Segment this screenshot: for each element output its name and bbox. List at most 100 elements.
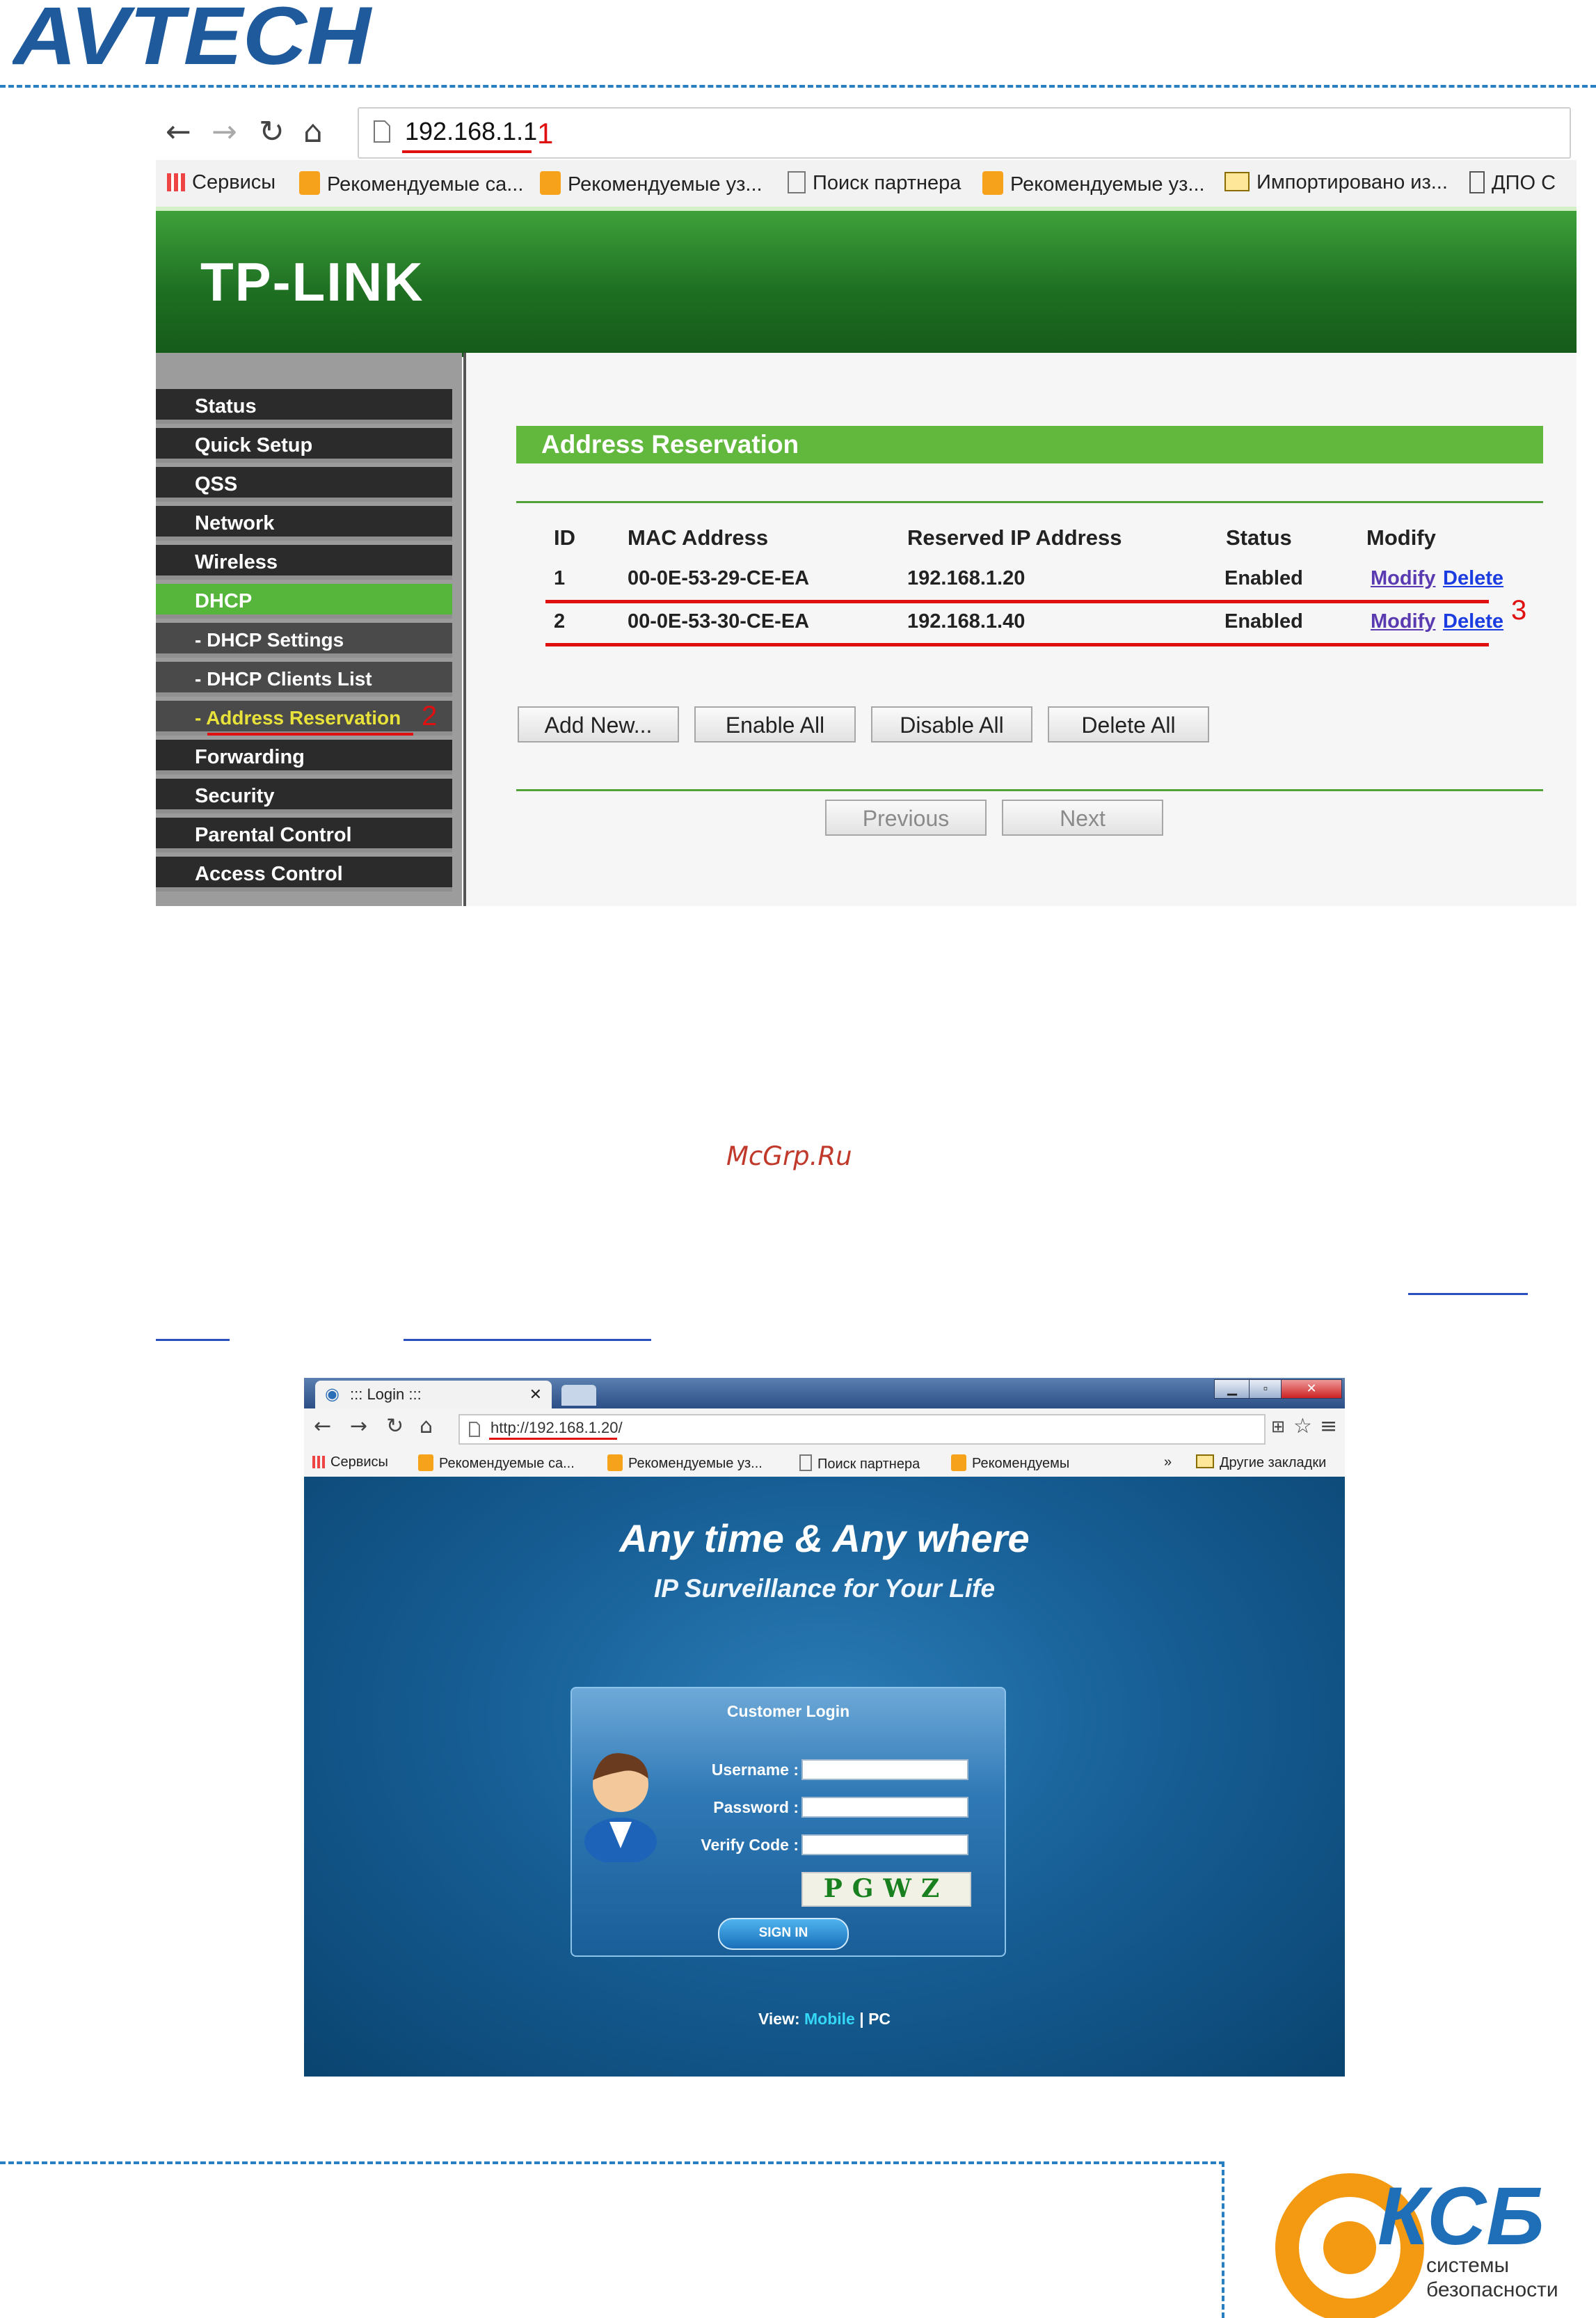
sidebar-item-security[interactable]: Security <box>156 779 452 813</box>
back-arrow-icon[interactable]: ← <box>314 1414 331 1438</box>
delete-link[interactable]: Delete <box>1443 567 1503 590</box>
password-label: Password : <box>713 1798 799 1816</box>
close-window-icon[interactable]: ✕ <box>1281 1379 1342 1399</box>
view-pc-link[interactable]: PC <box>868 2010 891 2028</box>
bookmark-item[interactable]: Рекомендуемые уз... <box>540 171 763 196</box>
bookmark-apps[interactable]: Сервисы <box>312 1454 388 1470</box>
watermark: McGrp.Ru <box>726 1141 852 1171</box>
address-bar[interactable]: 192.168.1.1 1 <box>358 107 1571 159</box>
bookmark-apps[interactable]: Сервисы <box>167 171 276 194</box>
maximize-icon[interactable]: ▫ <box>1249 1379 1282 1399</box>
bookmark-item[interactable]: Поиск партнера <box>799 1454 920 1472</box>
forward-arrow-icon[interactable]: → <box>350 1414 367 1438</box>
translate-icon[interactable]: ⊞ <box>1271 1417 1285 1436</box>
cell-ip: 192.168.1.40 <box>907 610 1026 633</box>
sidebar-item-access-control[interactable]: Access Control <box>156 857 452 891</box>
bookmark-icon <box>607 1454 623 1471</box>
reload-icon[interactable]: ↻ <box>259 114 285 150</box>
link-underline[interactable] <box>156 1339 230 1341</box>
sidebar-item-dhcp[interactable]: DHCP <box>156 584 452 619</box>
page-icon <box>374 120 390 143</box>
cell-mac: 00-0E-53-30-CE-EA <box>628 610 810 633</box>
sidebar-item-status[interactable]: Status <box>156 389 452 424</box>
bookmark-folder[interactable]: Другие закладки <box>1196 1454 1326 1471</box>
annotation-3: 3 <box>1511 595 1527 626</box>
captcha-image: PGWZ <box>801 1872 971 1907</box>
delete-link[interactable]: Delete <box>1443 610 1503 633</box>
bookmark-item[interactable]: Рекомендуемы <box>951 1454 1069 1472</box>
cell-mac: 00-0E-53-29-CE-EA <box>628 567 810 589</box>
next-button[interactable]: Next <box>1002 800 1163 836</box>
bookmarks-bar: Сервисы Рекомендуемые са... Рекомендуемы… <box>156 160 1577 209</box>
divider <box>516 501 1543 503</box>
bottom-divider <box>0 2161 1224 2164</box>
tab-title: ::: Login ::: <box>350 1386 422 1403</box>
bookmark-folder[interactable]: Импортировано из... <box>1224 171 1448 194</box>
sidebar-item-wireless[interactable]: Wireless <box>156 545 452 580</box>
star-icon[interactable]: ☆ <box>1293 1414 1312 1438</box>
sidebar-item-address-reservation[interactable]: - Address Reservation <box>156 701 452 736</box>
sidebar-item-parental-control[interactable]: Parental Control <box>156 818 452 852</box>
enable-all-button[interactable]: Enable All <box>694 706 856 743</box>
add-new-button[interactable]: Add New... <box>518 706 679 743</box>
folder-icon <box>1224 172 1250 191</box>
view-mobile-link[interactable]: Mobile <box>804 2010 855 2028</box>
url-text: http://192.168.1.20/ <box>490 1419 623 1436</box>
modify-link[interactable]: Modify <box>1371 610 1435 633</box>
sign-in-button[interactable]: SIGN IN <box>718 1918 849 1950</box>
login-title: Customer Login <box>726 1702 850 1720</box>
user-avatar-icon <box>584 1753 657 1862</box>
cell-status: Enabled <box>1224 610 1303 633</box>
modify-link[interactable]: Modify <box>1371 567 1435 590</box>
row-annotation-line <box>545 643 1489 646</box>
sidebar-item-qss[interactable]: QSS <box>156 467 452 502</box>
page-icon <box>799 1454 812 1471</box>
sidebar-item-dhcp-clients-list[interactable]: - DHCP Clients List <box>156 662 452 697</box>
bookmark-item[interactable]: Рекомендуемые са... <box>299 171 523 196</box>
back-arrow-icon[interactable]: ← <box>166 114 191 150</box>
home-icon[interactable]: ⌂ <box>303 114 323 150</box>
divider <box>516 789 1543 791</box>
address-bar[interactable]: http://192.168.1.20/ <box>458 1414 1266 1445</box>
disable-all-button[interactable]: Disable All <box>871 706 1032 743</box>
link-underline[interactable] <box>1408 1293 1528 1295</box>
brand-text: AVTECH <box>13 0 373 70</box>
sidebar-item-forwarding[interactable]: Forwarding <box>156 740 452 775</box>
sidebar-item-quick-setup[interactable]: Quick Setup <box>156 428 452 463</box>
sidebar-item-dhcp-settings[interactable]: - DHCP Settings <box>156 623 452 658</box>
tab-login[interactable]: ◉ ::: Login ::: ✕ <box>315 1381 552 1408</box>
menu-icon[interactable]: ≡ <box>1320 1414 1337 1438</box>
forward-arrow-icon[interactable]: → <box>212 114 237 150</box>
username-input[interactable] <box>801 1759 968 1780</box>
bookmark-icon <box>951 1454 966 1471</box>
link-underline[interactable] <box>404 1339 651 1341</box>
verify-code-input[interactable] <box>801 1834 968 1855</box>
more-bookmarks-button[interactable]: » <box>1164 1454 1172 1470</box>
reload-icon[interactable]: ↻ <box>386 1414 404 1438</box>
close-tab-icon[interactable]: ✕ <box>529 1381 542 1408</box>
bookmark-item[interactable]: Рекомендуемые са... <box>418 1454 575 1472</box>
minimize-icon[interactable]: ▁ <box>1214 1379 1250 1399</box>
bookmarks-bar: Сервисы Рекомендуемые са... Рекомендуемы… <box>304 1449 1345 1477</box>
view-switch: View: Mobile | PC <box>304 2010 1345 2029</box>
folder-icon <box>1196 1454 1214 1468</box>
bookmark-item[interactable]: ДПО С <box>1469 171 1556 195</box>
sidebar-item-network[interactable]: Network <box>156 506 452 541</box>
slogan: Any time & Any where <box>619 1516 1030 1560</box>
bookmark-item[interactable]: Рекомендуемые уз... <box>607 1454 763 1472</box>
bookmark-item[interactable]: Рекомендуемые уз... <box>982 171 1205 196</box>
page-icon <box>469 1422 480 1437</box>
tplink-logo: TP-LINK <box>200 251 424 312</box>
column-header-mac: MAC Address <box>628 525 769 550</box>
password-input[interactable] <box>801 1797 968 1818</box>
view-separator: | <box>859 2010 864 2028</box>
cell-ip: 192.168.1.20 <box>907 567 1026 589</box>
ksb-logo-text: КСБ <box>1378 2170 1545 2262</box>
delete-all-button[interactable]: Delete All <box>1048 706 1209 743</box>
new-tab-button[interactable] <box>561 1385 596 1406</box>
cell-status: Enabled <box>1224 567 1303 589</box>
bookmark-item[interactable]: Поиск партнера <box>788 171 961 195</box>
previous-button[interactable]: Previous <box>825 800 987 836</box>
bookmark-icon <box>982 171 1003 195</box>
home-icon[interactable]: ⌂ <box>420 1414 433 1438</box>
